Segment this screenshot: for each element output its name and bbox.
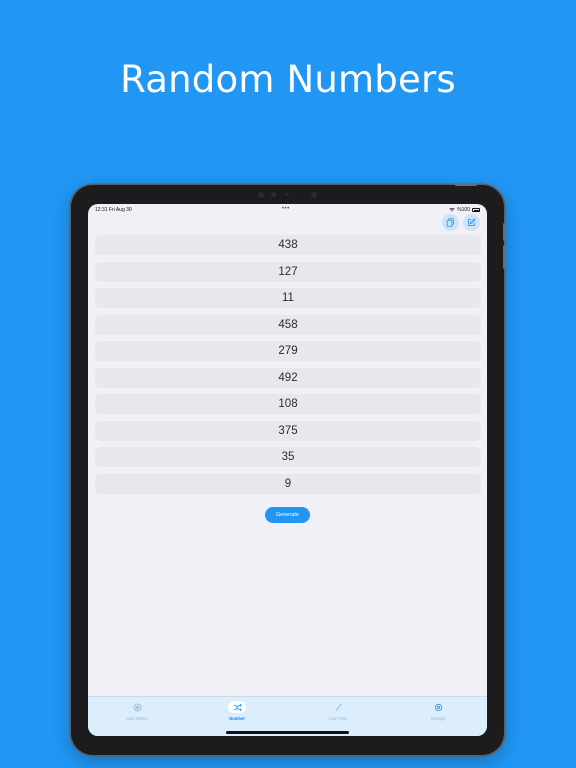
tab-label: Coin Toss: [328, 716, 348, 721]
number-row: 458: [95, 314, 481, 335]
battery-icon: [472, 208, 480, 212]
wheel-icon: [133, 703, 141, 711]
tab-label: Number: [229, 716, 245, 721]
tab-coin-toss[interactable]: Coin Toss: [308, 701, 368, 725]
number-row: 11: [95, 288, 481, 308]
status-time-date: 12:31 Fri Aug 30: [95, 207, 132, 213]
number-row: 35: [95, 447, 481, 467]
tab-label: Settings: [430, 716, 446, 721]
gear-icon: [434, 703, 442, 711]
tab-settings[interactable]: Settings: [408, 701, 468, 725]
device-top-button: [455, 183, 477, 186]
home-indicator[interactable]: [226, 731, 349, 734]
camera-sensor: [258, 192, 264, 198]
top-actions: [442, 214, 480, 231]
number-list: 438 127 11 458 279 492 108 375 35 9: [95, 235, 481, 500]
battery-percent: %100: [457, 207, 470, 213]
copy-button[interactable]: [442, 214, 459, 231]
number-row: 438: [95, 235, 481, 255]
tab-number[interactable]: Number: [207, 701, 267, 725]
number-row: 9: [95, 473, 481, 494]
headline: Random Numbers: [120, 58, 456, 101]
generate-button[interactable]: Generate: [265, 507, 310, 523]
tab-bar: Spin Wheel Number Coin Toss Settings: [88, 696, 487, 736]
device-volume-down: [503, 245, 506, 269]
shuffle-icon: [233, 703, 242, 711]
number-row: 127: [95, 261, 481, 282]
camera-sensor: [271, 192, 276, 197]
app-screen: 12:31 Fri Aug 30 ••• %100 438 127 11 458…: [88, 204, 487, 736]
number-row: 279: [95, 341, 481, 361]
number-row: 375: [95, 420, 481, 441]
camera-sensor: [286, 193, 289, 196]
device-volume-up: [503, 223, 506, 241]
wifi-icon: [449, 208, 455, 212]
copy-icon: [446, 218, 454, 227]
tab-label: Spin Wheel: [126, 716, 148, 721]
status-right: %100: [449, 207, 480, 213]
tab-spin-wheel[interactable]: Spin Wheel: [107, 701, 167, 725]
number-row: 492: [95, 367, 481, 388]
status-bar: 12:31 Fri Aug 30 ••• %100: [88, 204, 487, 216]
edit-button[interactable]: [463, 214, 480, 231]
camera-lens: [311, 192, 317, 198]
number-row: 108: [95, 394, 481, 414]
coin-icon: [335, 703, 341, 711]
edit-icon: [468, 218, 476, 226]
multitasking-dots[interactable]: •••: [282, 206, 290, 212]
